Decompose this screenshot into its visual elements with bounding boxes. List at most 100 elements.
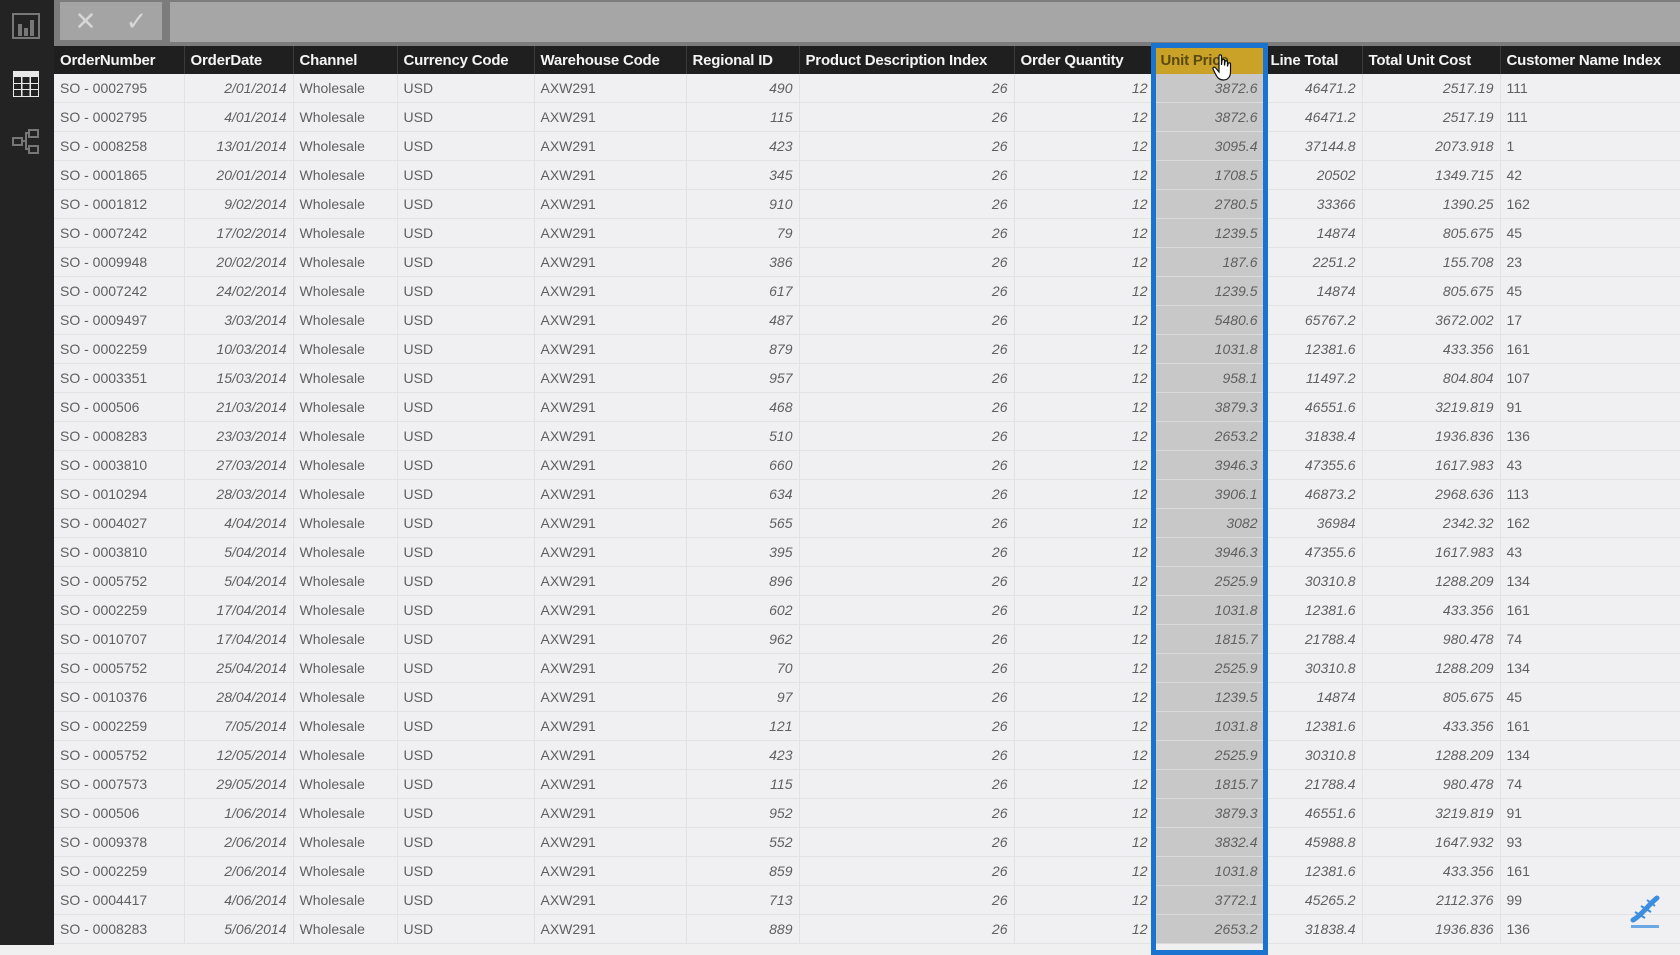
cell-ordernumber[interactable]: SO - 0009497 bbox=[54, 305, 185, 335]
cell-regional-id[interactable]: 617 bbox=[686, 276, 800, 306]
cell-product-description-index[interactable]: 26 bbox=[799, 508, 1015, 538]
cell-regional-id[interactable]: 386 bbox=[686, 247, 800, 277]
cell-product-description-index[interactable]: 26 bbox=[799, 131, 1015, 161]
cell-order-quantity[interactable]: 12 bbox=[1014, 74, 1155, 103]
cell-regional-id[interactable]: 70 bbox=[686, 653, 800, 683]
cell-product-description-index[interactable]: 26 bbox=[799, 334, 1015, 364]
cell-product-description-index[interactable]: 26 bbox=[799, 247, 1015, 277]
cell-warehouse-code[interactable]: AXW291 bbox=[534, 711, 687, 741]
cell-order-quantity[interactable]: 12 bbox=[1014, 740, 1155, 770]
cell-warehouse-code[interactable]: AXW291 bbox=[534, 653, 687, 683]
cell-warehouse-code[interactable]: AXW291 bbox=[534, 682, 687, 712]
cell-channel[interactable]: Wholesale bbox=[293, 102, 398, 132]
cell-customer-name-index[interactable]: 42 bbox=[1500, 160, 1680, 190]
cell-orderdate[interactable]: 12/05/2014 bbox=[184, 740, 294, 770]
table-row[interactable]: SO - 0008283 23/03/2014 Wholesale USD AXW291… bbox=[54, 421, 1680, 451]
cell-orderdate[interactable]: 1/06/2014 bbox=[184, 798, 294, 828]
cell-total-unit-cost[interactable]: 1617.983 bbox=[1362, 537, 1501, 567]
cell-product-description-index[interactable]: 26 bbox=[799, 421, 1015, 451]
cell-order-quantity[interactable]: 12 bbox=[1014, 769, 1155, 799]
column-header-line-total[interactable]: Line Total bbox=[1264, 46, 1363, 74]
cell-regional-id[interactable]: 345 bbox=[686, 160, 800, 190]
cell-total-unit-cost[interactable]: 1288.209 bbox=[1362, 566, 1501, 596]
cell-ordernumber[interactable]: SO - 0010294 bbox=[54, 479, 185, 509]
table-row[interactable]: SO - 0010707 17/04/2014 Wholesale USD AXW291… bbox=[54, 624, 1680, 654]
table-row[interactable]: SO - 0001865 20/01/2014 Wholesale USD AXW291… bbox=[54, 160, 1680, 190]
cell-customer-name-index[interactable]: 45 bbox=[1500, 276, 1680, 306]
cell-currency-code[interactable]: USD bbox=[397, 711, 535, 741]
cell-customer-name-index[interactable]: 161 bbox=[1500, 711, 1680, 741]
cell-customer-name-index[interactable]: 74 bbox=[1500, 624, 1680, 654]
cell-product-description-index[interactable]: 26 bbox=[799, 682, 1015, 712]
cell-customer-name-index[interactable]: 17 bbox=[1500, 305, 1680, 335]
cell-regional-id[interactable]: 423 bbox=[686, 131, 800, 161]
cell-regional-id[interactable]: 957 bbox=[686, 363, 800, 393]
cell-unit-price[interactable]: 2525.9 bbox=[1154, 566, 1265, 596]
cell-product-description-index[interactable]: 26 bbox=[799, 769, 1015, 799]
cell-customer-name-index[interactable]: 107 bbox=[1500, 363, 1680, 393]
cell-customer-name-index[interactable]: 136 bbox=[1500, 421, 1680, 451]
cell-channel[interactable]: Wholesale bbox=[293, 711, 398, 741]
cell-order-quantity[interactable]: 12 bbox=[1014, 798, 1155, 828]
cell-orderdate[interactable]: 4/01/2014 bbox=[184, 102, 294, 132]
cell-ordernumber[interactable]: SO - 0002259 bbox=[54, 711, 185, 741]
cell-product-description-index[interactable]: 26 bbox=[799, 798, 1015, 828]
cell-unit-price[interactable]: 2653.2 bbox=[1154, 421, 1265, 451]
cell-currency-code[interactable]: USD bbox=[397, 595, 535, 625]
cell-unit-price[interactable]: 1815.7 bbox=[1154, 769, 1265, 799]
cell-warehouse-code[interactable]: AXW291 bbox=[534, 914, 687, 944]
table-row[interactable]: SO - 0002259 10/03/2014 Wholesale USD AXW291… bbox=[54, 334, 1680, 364]
cell-ordernumber[interactable]: SO - 000506 bbox=[54, 392, 185, 422]
cell-orderdate[interactable]: 21/03/2014 bbox=[184, 392, 294, 422]
table-row[interactable]: SO - 0005752 5/04/2014 Wholesale USD AXW291 8… bbox=[54, 566, 1680, 596]
cell-total-unit-cost[interactable]: 805.675 bbox=[1362, 276, 1501, 306]
cell-currency-code[interactable]: USD bbox=[397, 334, 535, 364]
table-row[interactable]: SO - 0005752 25/04/2014 Wholesale USD AXW291… bbox=[54, 653, 1680, 683]
cell-ordernumber[interactable]: SO - 0008283 bbox=[54, 421, 185, 451]
table-row[interactable]: SO - 000506 21/03/2014 Wholesale USD AXW291 4… bbox=[54, 392, 1680, 422]
cell-customer-name-index[interactable]: 162 bbox=[1500, 508, 1680, 538]
cell-warehouse-code[interactable]: AXW291 bbox=[534, 363, 687, 393]
cell-order-quantity[interactable]: 12 bbox=[1014, 479, 1155, 509]
cell-product-description-index[interactable]: 26 bbox=[799, 305, 1015, 335]
cell-order-quantity[interactable]: 12 bbox=[1014, 856, 1155, 886]
cell-ordernumber[interactable]: SO - 0005752 bbox=[54, 566, 185, 596]
cell-order-quantity[interactable]: 12 bbox=[1014, 624, 1155, 654]
cell-channel[interactable]: Wholesale bbox=[293, 508, 398, 538]
cell-channel[interactable]: Wholesale bbox=[293, 305, 398, 335]
cell-order-quantity[interactable]: 12 bbox=[1014, 421, 1155, 451]
cell-product-description-index[interactable]: 26 bbox=[799, 624, 1015, 654]
cell-channel[interactable]: Wholesale bbox=[293, 276, 398, 306]
table-row[interactable]: SO - 0002795 2/01/2014 Wholesale USD AXW291 4… bbox=[54, 74, 1680, 103]
cell-orderdate[interactable]: 4/04/2014 bbox=[184, 508, 294, 538]
cell-unit-price[interactable]: 3946.3 bbox=[1154, 450, 1265, 480]
cell-channel[interactable]: Wholesale bbox=[293, 856, 398, 886]
table-row[interactable]: SO - 0003810 5/04/2014 Wholesale USD AXW291 3… bbox=[54, 537, 1680, 567]
cell-customer-name-index[interactable]: 134 bbox=[1500, 740, 1680, 770]
column-header-customer-name-index[interactable]: Customer Name Index bbox=[1500, 46, 1680, 74]
cell-product-description-index[interactable]: 26 bbox=[799, 74, 1015, 103]
table-row[interactable]: SO - 0002259 17/04/2014 Wholesale USD AXW291… bbox=[54, 595, 1680, 625]
cell-unit-price[interactable]: 1031.8 bbox=[1154, 595, 1265, 625]
cell-order-quantity[interactable]: 12 bbox=[1014, 508, 1155, 538]
cell-total-unit-cost[interactable]: 2073.918 bbox=[1362, 131, 1501, 161]
cell-warehouse-code[interactable]: AXW291 bbox=[534, 421, 687, 451]
cell-currency-code[interactable]: USD bbox=[397, 131, 535, 161]
cell-currency-code[interactable]: USD bbox=[397, 74, 535, 103]
cell-product-description-index[interactable]: 26 bbox=[799, 740, 1015, 770]
cell-orderdate[interactable]: 17/02/2014 bbox=[184, 218, 294, 248]
cell-regional-id[interactable]: 889 bbox=[686, 914, 800, 944]
cell-customer-name-index[interactable]: 43 bbox=[1500, 450, 1680, 480]
cell-line-total[interactable]: 65767.2 bbox=[1264, 305, 1363, 335]
cell-line-total[interactable]: 46471.2 bbox=[1264, 74, 1363, 103]
cell-warehouse-code[interactable]: AXW291 bbox=[534, 74, 687, 103]
cell-channel[interactable]: Wholesale bbox=[293, 421, 398, 451]
cell-channel[interactable]: Wholesale bbox=[293, 566, 398, 596]
cell-regional-id[interactable]: 487 bbox=[686, 305, 800, 335]
cell-warehouse-code[interactable]: AXW291 bbox=[534, 218, 687, 248]
cell-currency-code[interactable]: USD bbox=[397, 363, 535, 393]
cell-total-unit-cost[interactable]: 805.675 bbox=[1362, 682, 1501, 712]
cell-ordernumber[interactable]: SO - 0002795 bbox=[54, 102, 185, 132]
cell-currency-code[interactable]: USD bbox=[397, 160, 535, 190]
cell-ordernumber[interactable]: SO - 0008258 bbox=[54, 131, 185, 161]
